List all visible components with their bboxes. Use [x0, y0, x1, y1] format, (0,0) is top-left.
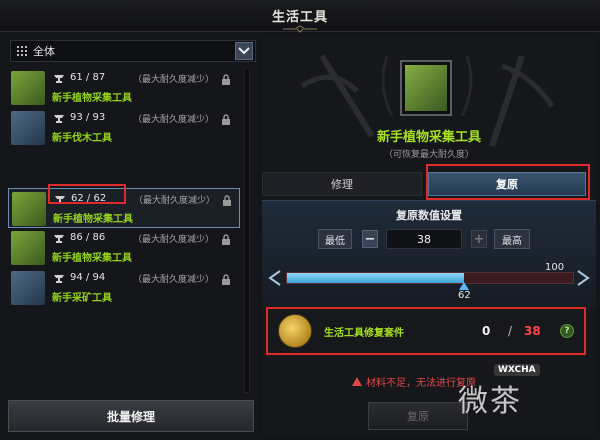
durability-value: 93 / 93	[70, 112, 106, 123]
tool-row-selected[interactable]: 62 / 62 （最大耐久度减少） 新手植物采集工具	[8, 188, 240, 228]
grid-icon	[17, 46, 27, 56]
window-title: 生活工具	[271, 10, 328, 25]
repair-kit-icon	[278, 314, 312, 348]
anvil-icon	[54, 115, 64, 123]
durability-note: （最大耐久度减少）	[133, 275, 215, 285]
slider-current-label: 62	[458, 290, 471, 301]
durability-note: （最大耐久度减少）	[134, 196, 216, 206]
warning-icon	[352, 377, 362, 386]
tool-list-panel: 全体 61 / 87 （最大耐久度减少） 新手植物采集工具 93 / 93 （最…	[6, 36, 258, 436]
durability-value: 61 / 87	[70, 72, 106, 83]
filter-selected-label: 全体	[33, 45, 55, 58]
tool-name: 新手采矿工具	[52, 293, 112, 304]
material-required: 38	[524, 324, 541, 338]
restore-slider[interactable]: 100 62	[262, 262, 596, 302]
item-name: 新手植物采集工具	[376, 130, 481, 145]
max-button[interactable]: 最高	[494, 229, 530, 249]
restore-button[interactable]: 复原	[368, 402, 468, 430]
item-subtitle: （可恢复最大耐久度）	[383, 150, 474, 160]
anvil-icon	[54, 75, 64, 83]
settings-label: 复原数值设置	[396, 209, 462, 222]
tab-repair[interactable]: 修理	[262, 172, 422, 196]
title-ornament-icon	[283, 25, 317, 33]
anvil-icon	[54, 275, 64, 283]
tool-list: 61 / 87 （最大耐久度减少） 新手植物采集工具 93 / 93 （最大耐久…	[8, 68, 240, 408]
durability-value: 94 / 94	[70, 272, 106, 283]
material-name: 生活工具修复套件	[324, 328, 404, 339]
lock-icon	[222, 114, 230, 125]
action-tabs: 修理 复原	[262, 172, 596, 196]
material-separator: /	[508, 324, 513, 338]
material-requirement: 生活工具修复套件 0 / 38 ?	[266, 308, 586, 356]
batch-repair-button[interactable]: 批量修理	[8, 400, 254, 432]
anvil-icon	[55, 196, 65, 204]
durability-value: 62 / 62	[71, 193, 107, 204]
durability-note: （最大耐久度减少）	[133, 75, 215, 85]
axe-icon	[11, 111, 45, 145]
slider-track[interactable]	[286, 272, 574, 284]
anvil-icon	[54, 235, 64, 243]
min-button[interactable]: 最低	[318, 229, 352, 249]
durability-note: （最大耐久度减少）	[133, 235, 215, 245]
slider-fill	[287, 273, 464, 283]
chevron-down-icon[interactable]	[235, 42, 253, 60]
tab-restore[interactable]: 复原	[428, 172, 586, 196]
restore-value-input[interactable]: 38	[386, 229, 462, 249]
tool-name: 新手伐木工具	[52, 133, 112, 144]
category-filter-dropdown[interactable]: 全体	[10, 40, 256, 62]
increment-button[interactable]: +	[471, 230, 487, 248]
tool-row[interactable]: 61 / 87 （最大耐久度减少） 新手植物采集工具	[8, 68, 240, 108]
lock-icon	[222, 274, 230, 285]
decrement-button[interactable]: −	[362, 230, 378, 248]
help-icon[interactable]: ?	[560, 324, 574, 338]
tool-row[interactable]: 86 / 86 （最大耐久度减少） 新手植物采集工具	[8, 228, 240, 268]
pickaxe-icon	[11, 271, 45, 305]
tool-row[interactable]: 93 / 93 （最大耐久度减少） 新手伐木工具	[8, 108, 240, 148]
durability-note: （最大耐久度减少）	[133, 115, 215, 125]
gloves-sack-icon	[405, 65, 447, 111]
tool-name: 新手植物采集工具	[52, 93, 132, 104]
durability-value: 86 / 86	[70, 232, 106, 243]
lock-icon	[222, 234, 230, 245]
gloves-sack-icon	[11, 231, 45, 265]
tool-name: 新手植物采集工具	[53, 214, 133, 225]
lock-icon	[223, 195, 231, 206]
warning-text: 材料不足，无法进行复原	[366, 378, 476, 389]
lock-icon	[222, 74, 230, 85]
gloves-sack-icon	[11, 71, 45, 105]
gloves-sack-icon	[12, 192, 46, 226]
arrow-right-icon	[577, 270, 590, 286]
arrow-left-icon	[268, 270, 281, 286]
insufficient-material-warning: 材料不足，无法进行复原	[352, 374, 476, 389]
tool-name: 新手植物采集工具	[52, 253, 132, 264]
window-titlebar: 生活工具	[0, 0, 600, 33]
tool-list-scrollbar[interactable]	[244, 68, 250, 393]
selected-item-icon	[400, 60, 452, 116]
material-owned: 0	[482, 324, 491, 338]
slider-handle-icon[interactable]	[459, 282, 469, 290]
tool-row[interactable]: 94 / 94 （最大耐久度减少） 新手采矿工具	[8, 268, 240, 308]
restore-panel: 新手植物采集工具 （可恢复最大耐久度） 修理 复原 复原数值设置 最低 − 38…	[262, 36, 596, 436]
